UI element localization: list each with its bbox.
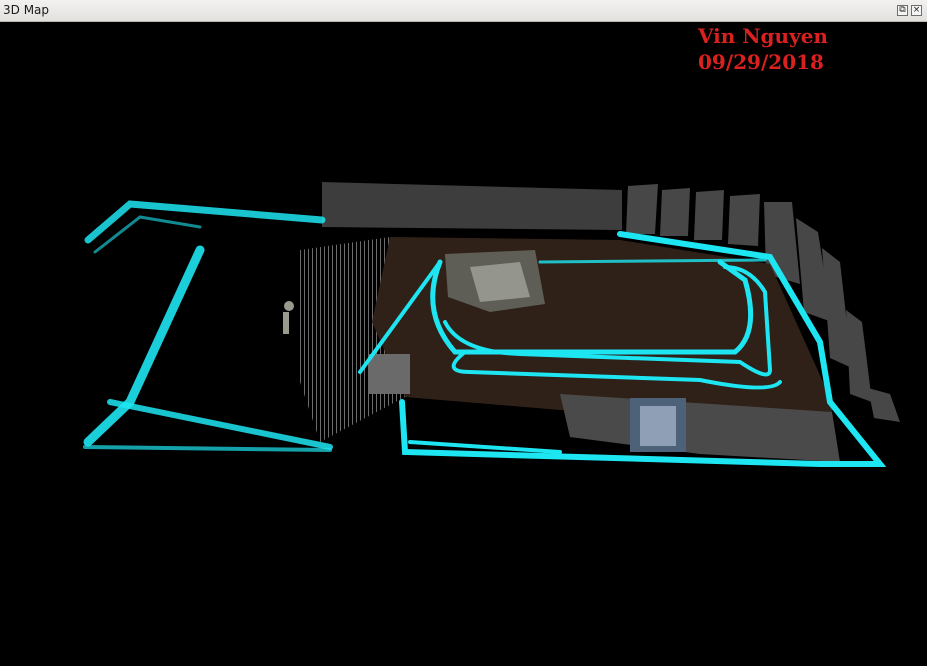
author-watermark: Vin Nguyen 09/29/2018 xyxy=(698,23,828,75)
window-titlebar: 3D Map ⧉ × xyxy=(0,0,927,22)
watermark-author: Vin Nguyen xyxy=(698,24,828,48)
back-wall xyxy=(322,182,622,230)
scanned-box xyxy=(368,354,410,394)
window-title: 3D Map xyxy=(3,3,50,17)
person-scan xyxy=(283,301,294,334)
point-cloud-render xyxy=(83,182,900,467)
close-icon[interactable]: × xyxy=(911,5,922,16)
map-3d-viewport[interactable] xyxy=(0,22,927,666)
restore-icon[interactable]: ⧉ xyxy=(897,5,908,16)
watermark-date: 09/29/2018 xyxy=(698,50,824,74)
